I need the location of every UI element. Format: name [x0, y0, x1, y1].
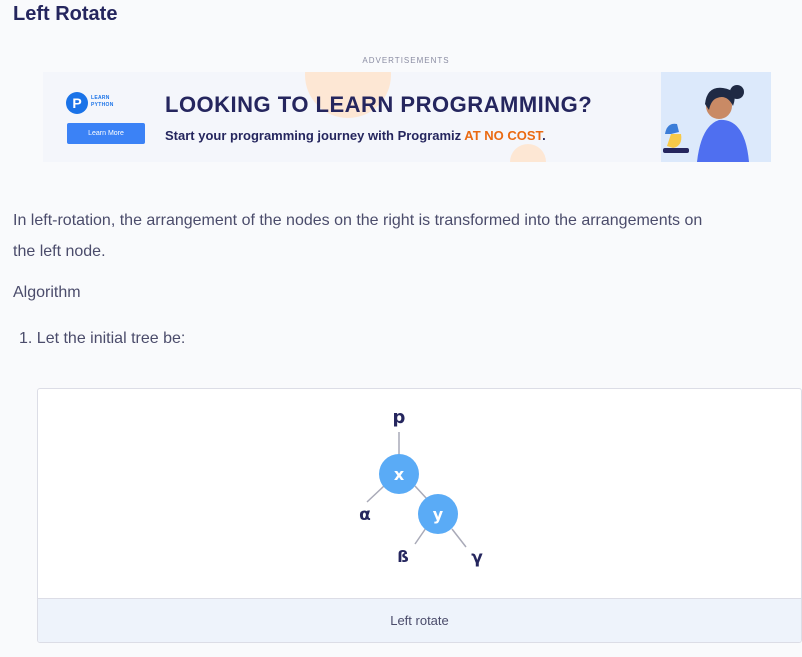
- logo-text: LEARN PYTHON: [91, 95, 114, 109]
- intro-paragraph: In left-rotation, the arrangement of the…: [13, 212, 703, 260]
- node-label-alpha: α: [359, 505, 371, 525]
- node-label-p: p: [393, 407, 406, 428]
- algorithm-label: Algorithm: [13, 284, 81, 301]
- programiz-logo-icon: P: [66, 92, 88, 114]
- node-label-y: y: [433, 505, 444, 524]
- tree-diagram: p x y α ß γ: [359, 407, 483, 568]
- ad-banner[interactable]: P LEARN PYTHON Learn More LOOKING TO LEA…: [43, 72, 771, 162]
- edge-y-gamma: [451, 528, 467, 548]
- ad-subtitle-text: Start your programming journey with Prog…: [165, 128, 462, 143]
- decorative-blob: [510, 144, 546, 162]
- step-1: 1. Let the initial tree be:: [19, 330, 186, 347]
- node-label-x: x: [394, 465, 405, 484]
- section-heading: Left Rotate: [13, 3, 118, 25]
- edge-x-y: [414, 485, 428, 500]
- learner-illustration-icon: [663, 85, 749, 162]
- node-label-gamma: γ: [471, 548, 483, 568]
- figure-caption: Left rotate: [38, 598, 801, 642]
- ad-title: LOOKING TO LEARN PROGRAMMING?: [165, 92, 593, 117]
- ad-subtitle-accent: AT NO COST: [464, 128, 543, 143]
- edge-x-alpha: [366, 485, 385, 503]
- logo-line1: LEARN: [91, 95, 110, 101]
- advertisements-label: ADVERTISEMENTS: [362, 56, 450, 65]
- logo-line2: PYTHON: [91, 102, 114, 108]
- ad-subtitle-end: .: [542, 128, 546, 143]
- tree-figure: p x y α ß γ Left rotate: [37, 388, 802, 643]
- edge-y-beta: [414, 527, 427, 545]
- ad-subtitle: Start your programming journey with Prog…: [165, 128, 546, 143]
- node-label-beta: ß: [397, 547, 409, 566]
- learn-more-button[interactable]: Learn More: [67, 123, 145, 144]
